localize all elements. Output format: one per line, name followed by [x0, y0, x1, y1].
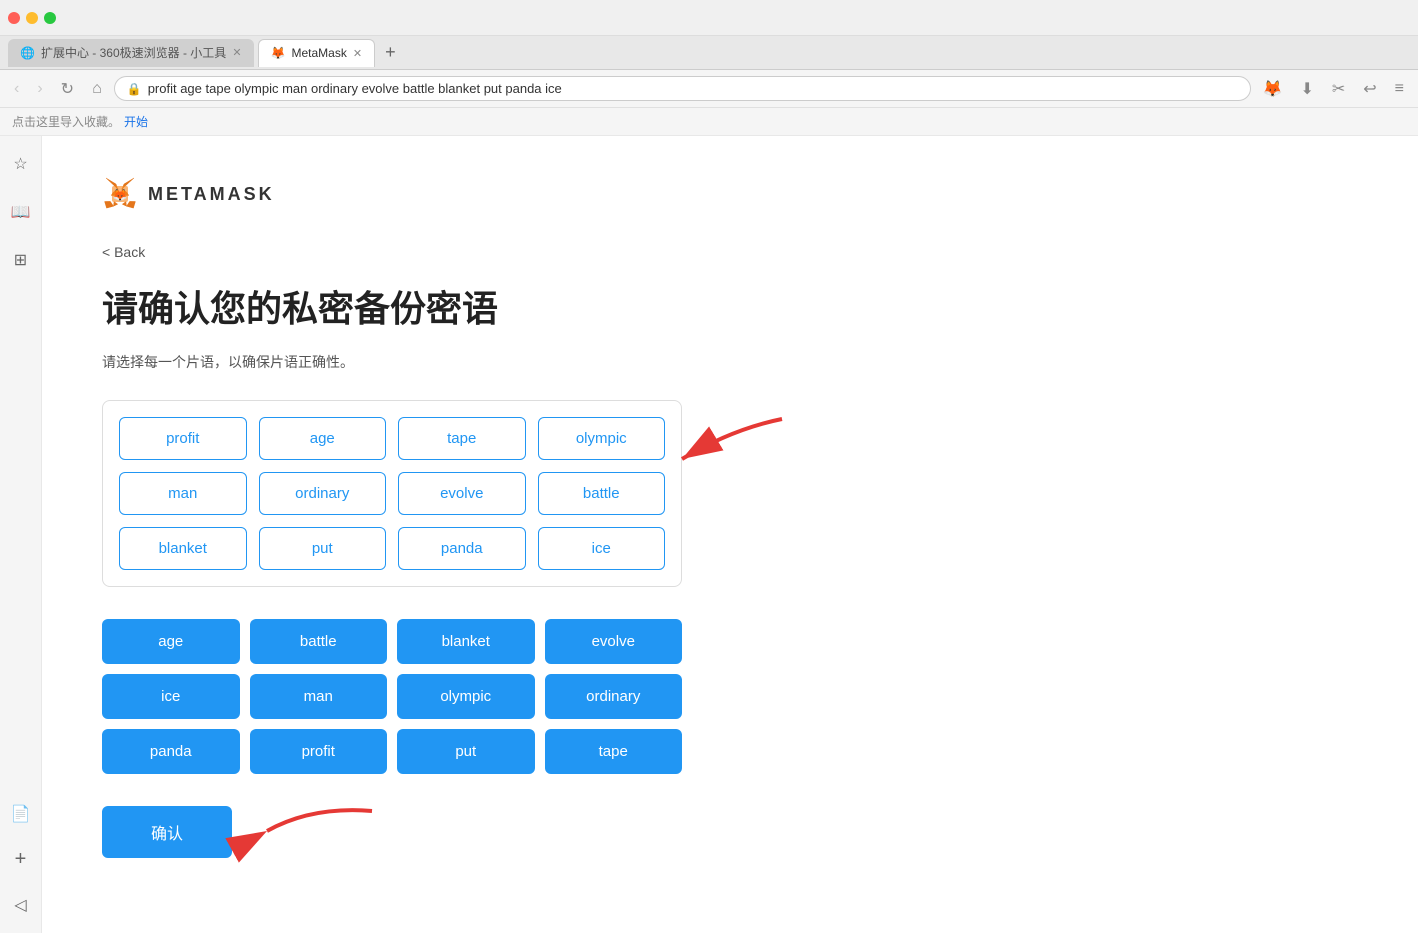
sidebar: ☆ 📖 ⊞ 📄 + ◁: [0, 136, 42, 933]
tab-ext-label: 扩展中心 - 360极速浏览器 - 小工具: [41, 44, 226, 61]
main-content: 🦊 METAMASK < Back 请确认您的私密备份密语 请选择每一个片语，以…: [42, 136, 1418, 933]
nav-bar: ‹ › ↻ ⌂ 🔒 profit age tape olympic man or…: [0, 70, 1418, 108]
word-pool-grid: age battle blanket evolve ice man olympi…: [102, 619, 682, 774]
tab-ext-favicon: 🌐: [20, 46, 35, 60]
undo-button[interactable]: ↩: [1357, 75, 1382, 103]
selected-word-5[interactable]: man: [119, 472, 247, 515]
tab-mm-close[interactable]: ✕: [353, 47, 362, 60]
word-btn-panda[interactable]: panda: [102, 729, 240, 774]
selected-word-7[interactable]: evolve: [398, 472, 526, 515]
word-btn-evolve[interactable]: evolve: [545, 619, 683, 664]
refresh-button[interactable]: ↻: [55, 75, 80, 103]
word-btn-put[interactable]: put: [397, 729, 535, 774]
selected-word-11[interactable]: panda: [398, 527, 526, 570]
download-button[interactable]: ⬇: [1294, 75, 1319, 103]
back-link[interactable]: < Back: [102, 244, 145, 260]
page-title: 请确认您的私密备份密语: [102, 280, 1358, 332]
forward-nav-button[interactable]: ›: [31, 76, 48, 102]
selected-word-1[interactable]: profit: [119, 417, 247, 460]
sidebar-collapse-icon[interactable]: ◁: [8, 889, 32, 921]
security-icon: 🔒: [127, 82, 142, 96]
word-btn-olympic[interactable]: olympic: [397, 674, 535, 719]
word-btn-age[interactable]: age: [102, 619, 240, 664]
bookmark-start-link[interactable]: 开始: [124, 113, 148, 130]
selected-word-2[interactable]: age: [259, 417, 387, 460]
layout: ☆ 📖 ⊞ 📄 + ◁ 🦊 METAMASK: [0, 136, 1418, 933]
tab-bar: 🌐 扩展中心 - 360极速浏览器 - 小工具 ✕ 🦊 MetaMask ✕ +: [0, 36, 1418, 70]
word-btn-ordinary[interactable]: ordinary: [545, 674, 683, 719]
confirm-container: 确认: [102, 806, 232, 858]
metamask-title: METAMASK: [148, 184, 275, 205]
confirm-button[interactable]: 确认: [102, 806, 232, 858]
sidebar-grid-icon[interactable]: ⊞: [8, 244, 33, 276]
selected-words-grid: profit age tape olympic man ordinary evo…: [102, 400, 682, 587]
sidebar-book-icon[interactable]: 📖: [5, 196, 37, 228]
word-btn-blanket[interactable]: blanket: [397, 619, 535, 664]
tab-mm[interactable]: 🦊 MetaMask ✕: [258, 39, 376, 67]
metamask-header: 🦊 METAMASK: [102, 176, 1358, 212]
word-btn-battle[interactable]: battle: [250, 619, 388, 664]
sidebar-doc-icon[interactable]: 📄: [5, 798, 37, 830]
menu-button[interactable]: ≡: [1389, 76, 1410, 102]
home-button[interactable]: ⌂: [86, 76, 108, 102]
tab-ext[interactable]: 🌐 扩展中心 - 360极速浏览器 - 小工具 ✕: [8, 39, 254, 67]
word-btn-profit[interactable]: profit: [250, 729, 388, 774]
word-btn-man[interactable]: man: [250, 674, 388, 719]
arrow-right-indicator: [652, 399, 802, 499]
selected-word-6[interactable]: ordinary: [259, 472, 387, 515]
svg-text:🦊: 🦊: [113, 188, 128, 202]
minimize-button[interactable]: [26, 12, 38, 24]
sidebar-add-icon[interactable]: +: [9, 842, 33, 877]
tab-mm-label: MetaMask: [291, 46, 346, 60]
scissors-button[interactable]: ✂: [1326, 75, 1351, 103]
address-bar[interactable]: 🔒 profit age tape olympic man ordinary e…: [114, 76, 1251, 101]
window-controls: [8, 12, 56, 24]
mm-action-icon[interactable]: 🦊: [1257, 75, 1289, 103]
selected-word-10[interactable]: put: [259, 527, 387, 570]
selected-word-9[interactable]: blanket: [119, 527, 247, 570]
selected-word-4[interactable]: olympic: [538, 417, 666, 460]
sidebar-star-icon[interactable]: ☆: [7, 148, 33, 180]
metamask-logo: 🦊: [102, 176, 138, 212]
selected-word-8[interactable]: battle: [538, 472, 666, 515]
bookmark-bar-text: 点击这里导入收藏。: [12, 113, 120, 130]
arrow-down-indicator: [252, 796, 382, 856]
close-button[interactable]: [8, 12, 20, 24]
maximize-button[interactable]: [44, 12, 56, 24]
selected-word-12[interactable]: ice: [538, 527, 666, 570]
word-btn-tape[interactable]: tape: [545, 729, 683, 774]
address-text: profit age tape olympic man ordinary evo…: [148, 81, 1238, 96]
titlebar: [0, 0, 1418, 36]
back-nav-button[interactable]: ‹: [8, 76, 25, 102]
tab-ext-close[interactable]: ✕: [232, 46, 241, 59]
new-tab-button[interactable]: +: [379, 42, 402, 63]
selected-word-3[interactable]: tape: [398, 417, 526, 460]
bookmark-bar: 点击这里导入收藏。 开始: [0, 108, 1418, 136]
word-btn-ice[interactable]: ice: [102, 674, 240, 719]
tab-mm-favicon: 🦊: [271, 46, 286, 60]
page-desc: 请选择每一个片语，以确保片语正确性。: [102, 352, 1358, 372]
